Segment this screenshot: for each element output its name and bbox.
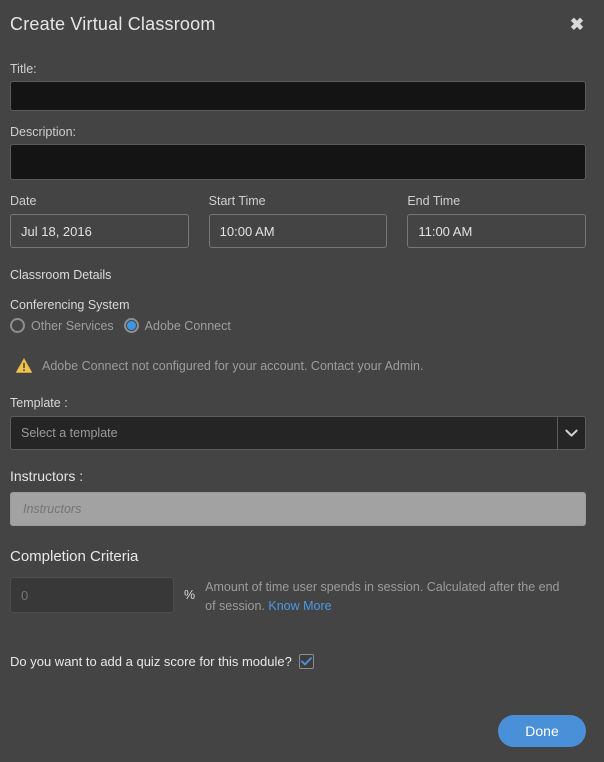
title-field-group: Title: bbox=[10, 62, 586, 111]
template-selected-value: Select a template bbox=[11, 426, 557, 440]
percent-symbol: % bbox=[184, 577, 195, 613]
radio-option-other-services[interactable]: Other Services bbox=[10, 318, 114, 333]
radio-circle-icon bbox=[10, 318, 25, 333]
warning-triangle-icon bbox=[15, 357, 33, 374]
description-input[interactable] bbox=[10, 144, 586, 180]
instructors-label: Instructors : bbox=[10, 468, 586, 484]
start-time-label: Start Time bbox=[209, 194, 388, 208]
date-time-row: Date Start Time End Time bbox=[10, 194, 586, 248]
instructors-input[interactable] bbox=[10, 492, 586, 526]
quiz-score-checkbox[interactable] bbox=[299, 654, 314, 669]
completion-criteria-heading: Completion Criteria bbox=[10, 548, 586, 565]
conferencing-system-label: Conferencing System bbox=[10, 298, 586, 312]
completion-criteria-row: % Amount of time user spends in session.… bbox=[10, 577, 586, 616]
start-time-field-group: Start Time bbox=[209, 194, 388, 248]
chevron-down-icon[interactable] bbox=[557, 417, 585, 449]
dialog-header: Create Virtual Classroom ✖ bbox=[0, 0, 604, 48]
quiz-score-row: Do you want to add a quiz score for this… bbox=[10, 654, 586, 669]
dialog-title: Create Virtual Classroom bbox=[10, 14, 216, 35]
dialog-body: Title: Description: Date Start Time End … bbox=[0, 48, 604, 669]
date-input[interactable] bbox=[10, 214, 189, 248]
title-label: Title: bbox=[10, 62, 586, 76]
description-label: Description: bbox=[10, 125, 586, 139]
end-time-field-group: End Time bbox=[407, 194, 586, 248]
radio-label-other-services: Other Services bbox=[31, 319, 114, 333]
dialog-footer: Done bbox=[0, 700, 604, 762]
template-select[interactable]: Select a template bbox=[10, 416, 586, 450]
end-time-label: End Time bbox=[407, 194, 586, 208]
know-more-link[interactable]: Know More bbox=[268, 599, 331, 613]
warning-message: Adobe Connect not configured for your ac… bbox=[10, 357, 586, 374]
checkmark-icon bbox=[301, 657, 312, 666]
end-time-input[interactable] bbox=[407, 214, 586, 248]
radio-circle-selected-icon bbox=[124, 318, 139, 333]
classroom-details-heading: Classroom Details bbox=[10, 268, 586, 282]
completion-criteria-description: Amount of time user spends in session. C… bbox=[205, 577, 563, 616]
close-icon[interactable]: ✖ bbox=[566, 13, 588, 35]
date-label: Date bbox=[10, 194, 189, 208]
completion-description-text: Amount of time user spends in session. C… bbox=[205, 580, 559, 613]
description-field-group: Description: bbox=[10, 125, 586, 180]
title-input[interactable] bbox=[10, 81, 586, 111]
quiz-score-question: Do you want to add a quiz score for this… bbox=[10, 654, 292, 669]
create-virtual-classroom-dialog: Create Virtual Classroom ✖ Title: Descri… bbox=[0, 0, 604, 762]
radio-label-adobe-connect: Adobe Connect bbox=[145, 319, 231, 333]
conferencing-system-radio-group: Other Services Adobe Connect bbox=[10, 318, 586, 333]
radio-option-adobe-connect[interactable]: Adobe Connect bbox=[124, 318, 231, 333]
template-label: Template : bbox=[10, 396, 586, 410]
warning-text: Adobe Connect not configured for your ac… bbox=[42, 359, 423, 373]
date-field-group: Date bbox=[10, 194, 189, 248]
done-button[interactable]: Done bbox=[498, 715, 586, 747]
start-time-input[interactable] bbox=[209, 214, 388, 248]
completion-percent-input[interactable] bbox=[10, 577, 174, 613]
